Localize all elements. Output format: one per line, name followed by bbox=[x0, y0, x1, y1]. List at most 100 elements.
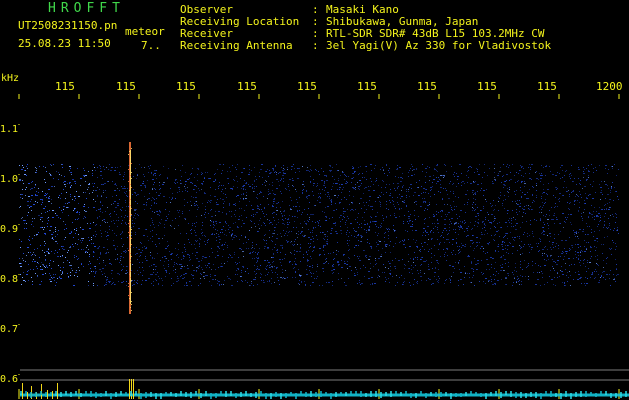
noise-point bbox=[195, 235, 197, 236]
noise-point bbox=[136, 209, 137, 210]
noise-point bbox=[242, 220, 243, 221]
noise-point bbox=[560, 178, 561, 179]
noise-point bbox=[472, 192, 473, 193]
noise-point bbox=[94, 276, 95, 277]
noise-point bbox=[273, 199, 275, 200]
meteor-trace-sample bbox=[130, 157, 131, 158]
noise-point bbox=[28, 280, 29, 281]
noise-point bbox=[111, 204, 112, 205]
noise-point bbox=[272, 206, 274, 207]
noise-point bbox=[123, 257, 124, 258]
noise-point bbox=[267, 265, 268, 266]
noise-point bbox=[312, 214, 314, 215]
noise-point bbox=[367, 239, 368, 240]
noise-point bbox=[495, 284, 496, 285]
noise-point bbox=[307, 265, 308, 266]
noise-point bbox=[523, 246, 524, 247]
noise-point bbox=[365, 166, 366, 167]
noise-point bbox=[131, 232, 132, 233]
noise-point bbox=[458, 234, 459, 235]
noise-point bbox=[168, 245, 169, 246]
noise-point bbox=[93, 283, 94, 284]
noise-point bbox=[260, 169, 262, 170]
noise-point bbox=[437, 227, 438, 228]
noise-point bbox=[51, 234, 53, 235]
noise-point bbox=[215, 180, 216, 181]
noise-point bbox=[42, 250, 43, 251]
noise-point bbox=[502, 246, 503, 247]
noise-point bbox=[411, 164, 412, 165]
noise-point bbox=[265, 180, 266, 181]
noise-point bbox=[55, 227, 56, 228]
noise-point bbox=[266, 181, 267, 182]
noise-point bbox=[566, 253, 567, 254]
baseline-signal-segment bbox=[25, 391, 27, 395]
noise-point bbox=[434, 194, 435, 195]
noise-point bbox=[382, 180, 383, 181]
noise-point bbox=[303, 189, 304, 190]
noise-point bbox=[590, 251, 591, 252]
noise-point bbox=[532, 209, 533, 210]
noise-point bbox=[103, 260, 104, 261]
noise-point bbox=[282, 248, 283, 249]
noise-point bbox=[139, 249, 140, 250]
noise-point bbox=[375, 224, 376, 225]
noise-point bbox=[426, 172, 427, 173]
noise-point bbox=[509, 187, 510, 188]
noise-point bbox=[431, 238, 433, 239]
noise-point bbox=[248, 174, 250, 175]
noise-point bbox=[34, 218, 35, 219]
noise-point bbox=[370, 284, 371, 285]
noise-point bbox=[101, 196, 102, 197]
noise-point bbox=[66, 228, 67, 229]
noise-point bbox=[605, 204, 606, 205]
noise-point bbox=[343, 216, 344, 217]
noise-point bbox=[520, 203, 521, 204]
noise-point bbox=[408, 261, 409, 262]
noise-point bbox=[78, 249, 79, 250]
noise-point bbox=[154, 203, 155, 204]
noise-point bbox=[386, 201, 387, 202]
noise-point bbox=[468, 226, 469, 227]
noise-point bbox=[152, 220, 153, 221]
noise-point bbox=[403, 185, 404, 186]
noise-point bbox=[446, 171, 447, 172]
noise-point bbox=[46, 266, 47, 267]
noise-point bbox=[585, 234, 586, 235]
noise-point bbox=[76, 212, 78, 213]
noise-point bbox=[313, 227, 314, 228]
noise-point bbox=[218, 186, 219, 187]
noise-point bbox=[187, 179, 189, 180]
noise-point bbox=[329, 170, 331, 171]
noise-point bbox=[371, 248, 372, 249]
noise-point bbox=[295, 189, 296, 190]
noise-point bbox=[36, 172, 37, 173]
noise-point bbox=[515, 219, 516, 220]
noise-point bbox=[494, 226, 495, 227]
baseline-peak bbox=[57, 383, 58, 399]
noise-point bbox=[381, 226, 382, 227]
noise-point bbox=[359, 282, 360, 283]
noise-point bbox=[448, 212, 450, 213]
noise-point bbox=[62, 272, 63, 273]
noise-point bbox=[125, 200, 126, 201]
noise-point bbox=[569, 174, 570, 175]
noise-point bbox=[257, 253, 258, 254]
noise-point bbox=[28, 252, 29, 253]
noise-point bbox=[210, 274, 211, 275]
noise-point bbox=[326, 261, 327, 262]
noise-point bbox=[362, 217, 363, 218]
noise-point bbox=[308, 229, 309, 230]
noise-point bbox=[124, 186, 125, 187]
noise-point bbox=[146, 204, 147, 205]
noise-point bbox=[608, 218, 609, 219]
noise-point bbox=[194, 223, 195, 224]
noise-point bbox=[487, 252, 488, 253]
noise-point bbox=[378, 197, 379, 198]
noise-point bbox=[231, 285, 233, 286]
noise-point bbox=[291, 169, 292, 170]
noise-point bbox=[540, 220, 541, 221]
noise-point bbox=[446, 190, 447, 191]
noise-point bbox=[205, 236, 206, 237]
noise-point bbox=[299, 284, 300, 285]
